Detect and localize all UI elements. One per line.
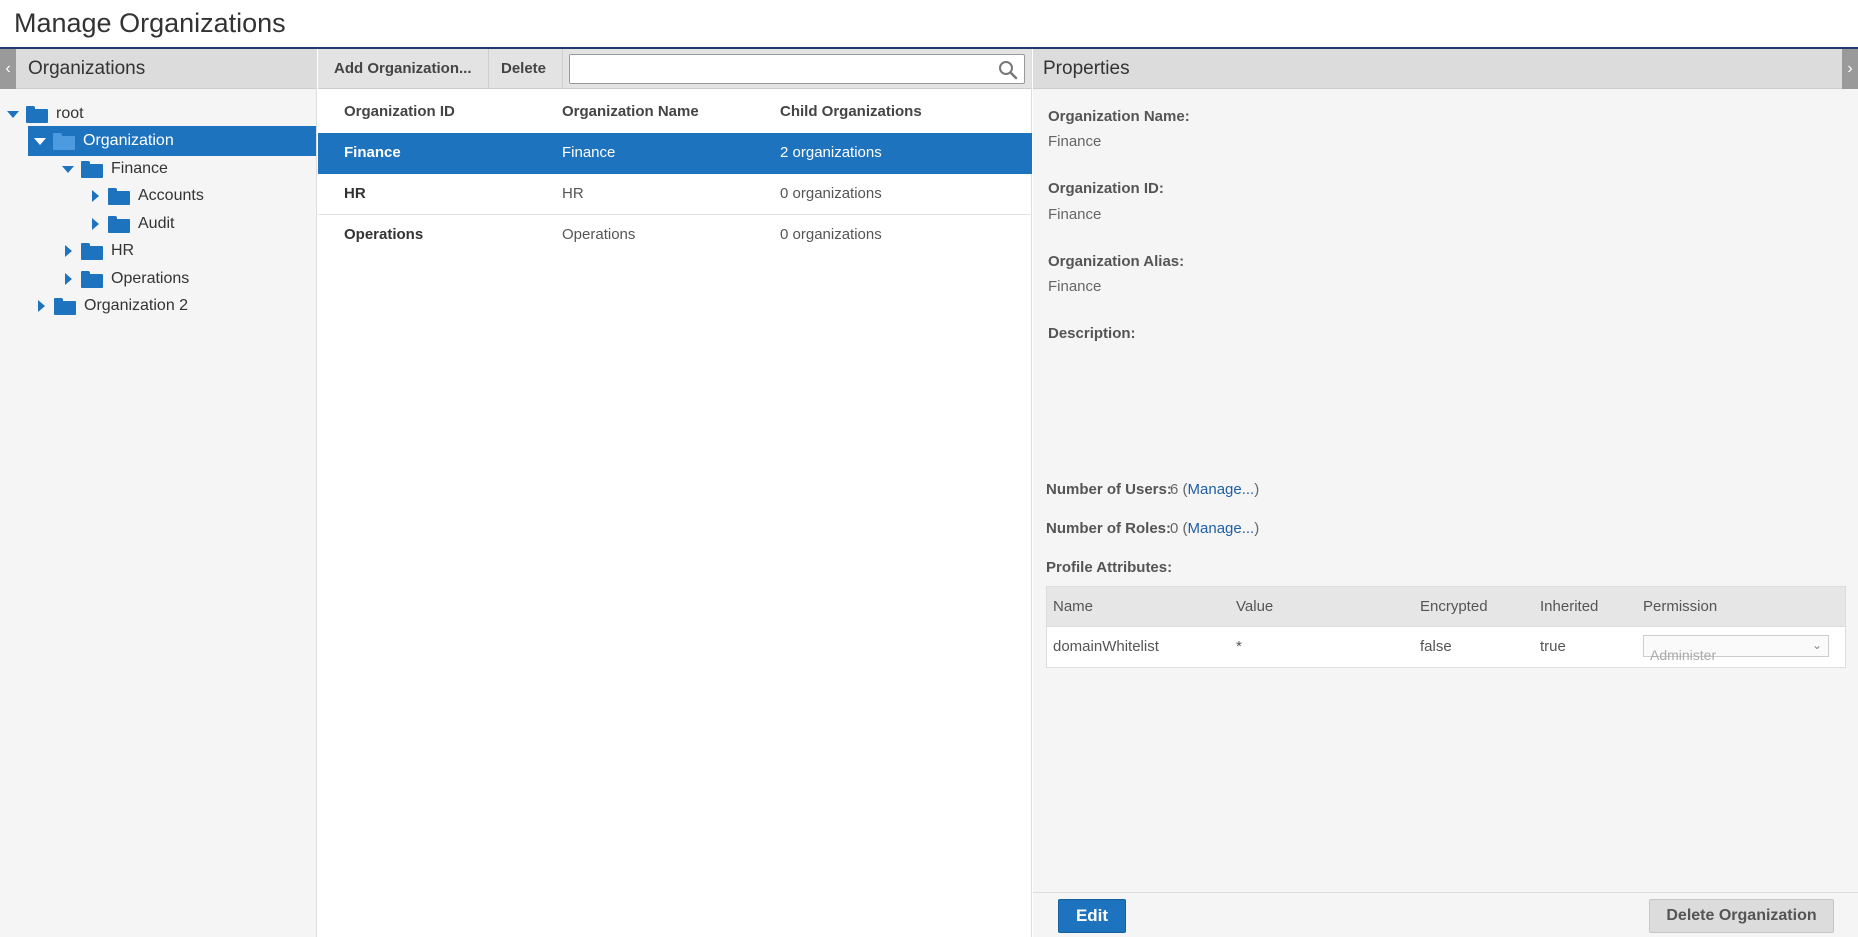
- column-header-child-organizations[interactable]: Child Organizations: [780, 103, 922, 120]
- triangle-right-icon[interactable]: [61, 244, 75, 258]
- tree-node-label: Organization 2: [84, 297, 189, 314]
- table-row[interactable]: Finance Finance 2 organizations: [318, 133, 1032, 174]
- manage-users-link[interactable]: Manage...: [1188, 481, 1255, 498]
- tree-node-label: Organization: [83, 132, 174, 149]
- attribute-name: domainWhitelist: [1053, 638, 1159, 655]
- triangle-right-icon[interactable]: [88, 217, 102, 231]
- tree-node-hr[interactable]: HR: [61, 236, 281, 266]
- tree-node-root[interactable]: root: [6, 99, 296, 129]
- cell-organization-name: HR: [562, 185, 584, 202]
- properties-footer: Edit Delete Organization: [1033, 892, 1858, 937]
- tree-node-organization-2[interactable]: Organization 2: [34, 291, 284, 321]
- cell-child-organizations: 0 organizations: [780, 185, 882, 202]
- column-header-permission: Permission: [1643, 598, 1718, 615]
- cell-organization-name: Finance: [562, 144, 616, 161]
- number-of-users-value: 6 (Manage...): [1170, 481, 1260, 498]
- chevron-right-icon[interactable]: ›: [1842, 49, 1858, 89]
- column-header-value: Value: [1236, 598, 1274, 615]
- users-count: 6: [1170, 481, 1179, 498]
- column-header-name: Name: [1053, 598, 1094, 615]
- attribute-row[interactable]: domainWhitelist * false true Administer …: [1047, 627, 1845, 667]
- triangle-right-icon[interactable]: [88, 189, 102, 203]
- table-row[interactable]: HR HR 0 organizations: [318, 174, 1032, 215]
- attribute-inherited: true: [1540, 638, 1566, 655]
- cell-child-organizations: 0 organizations: [780, 226, 882, 243]
- tree-node-label: Finance: [111, 160, 168, 177]
- edit-button[interactable]: Edit: [1058, 899, 1126, 933]
- roles-count: 0: [1170, 520, 1179, 537]
- column-header-inherited: Inherited: [1540, 598, 1599, 615]
- column-header-encrypted: Encrypted: [1420, 598, 1488, 615]
- organization-alias-value: Finance: [1048, 278, 1102, 295]
- permission-select[interactable]: Administer ⌄: [1643, 635, 1829, 663]
- number-of-roles-label: Number of Roles:: [1046, 520, 1172, 537]
- tree-node-label: Operations: [111, 270, 190, 287]
- column-header-organization-name[interactable]: Organization Name: [562, 103, 699, 120]
- add-organization-button[interactable]: Add Organization...: [318, 49, 489, 89]
- table-row[interactable]: Operations Operations 0 organizations: [318, 215, 1032, 256]
- tree-node-operations[interactable]: Operations: [61, 264, 281, 294]
- cell-organization-name: Operations: [562, 226, 636, 243]
- chevron-left-icon[interactable]: ‹: [0, 49, 16, 89]
- tree-node-finance[interactable]: Finance: [61, 154, 291, 184]
- attribute-value: *: [1236, 638, 1242, 655]
- folder-icon: [54, 297, 76, 315]
- attributes-table-header: Name Value Encrypted Inherited Permissio…: [1047, 587, 1845, 627]
- folder-icon: [81, 242, 103, 260]
- tree-node-label: Audit: [138, 215, 175, 232]
- number-of-roles-value: 0 (Manage...): [1170, 520, 1260, 537]
- tree-node-accounts[interactable]: Accounts: [88, 181, 288, 211]
- tree-node-label: root: [56, 105, 84, 122]
- organization-list-panel: Add Organization... Delete Organization …: [318, 49, 1032, 937]
- folder-icon: [53, 132, 75, 150]
- organization-id-value: Finance: [1048, 206, 1102, 223]
- organization-alias-label: Organization Alias:: [1048, 253, 1185, 270]
- profile-attributes-label: Profile Attributes:: [1046, 559, 1173, 576]
- profile-attributes-table: Name Value Encrypted Inherited Permissio…: [1046, 586, 1846, 668]
- triangle-right-icon[interactable]: [61, 272, 75, 286]
- tree-node-label: HR: [111, 242, 135, 259]
- triangle-down-icon[interactable]: [61, 162, 75, 176]
- cell-organization-id: HR: [344, 185, 366, 202]
- properties-panel-title: Properties: [1043, 58, 1130, 79]
- delete-organization-button[interactable]: Delete Organization: [1649, 899, 1834, 933]
- folder-icon: [81, 270, 103, 288]
- triangle-down-icon[interactable]: [6, 107, 20, 121]
- cell-organization-id: Operations: [344, 226, 424, 243]
- delete-button[interactable]: Delete: [485, 49, 564, 89]
- organization-name-label: Organization Name:: [1048, 108, 1190, 125]
- manage-roles-link[interactable]: Manage...: [1188, 520, 1255, 537]
- grid-header: Organization ID Organization Name Child …: [318, 89, 1032, 133]
- organizations-panel-title: Organizations: [28, 58, 146, 79]
- triangle-down-icon[interactable]: [33, 134, 47, 148]
- permission-select-value: Administer: [1650, 647, 1717, 663]
- toolbar: Add Organization... Delete: [318, 49, 1031, 89]
- organization-name-value: Finance: [1048, 133, 1102, 150]
- tree-node-audit[interactable]: Audit: [88, 209, 288, 239]
- search-input[interactable]: [570, 55, 990, 83]
- organizations-panel-header: ‹ Organizations: [0, 49, 316, 89]
- tree-node-organization[interactable]: Organization: [28, 126, 316, 156]
- organization-id-label: Organization ID:: [1048, 180, 1164, 197]
- triangle-right-icon[interactable]: [34, 299, 48, 313]
- organizations-panel: ‹ Organizations root Organization Financ…: [0, 49, 317, 937]
- search-icon[interactable]: [998, 60, 1018, 80]
- folder-icon: [26, 105, 48, 123]
- tree-node-label: Accounts: [138, 187, 204, 204]
- folder-icon: [81, 160, 103, 178]
- number-of-users-label: Number of Users:: [1046, 481, 1172, 498]
- cell-organization-id: Finance: [344, 144, 401, 161]
- folder-icon: [108, 187, 130, 205]
- folder-icon: [108, 215, 130, 233]
- column-header-organization-id[interactable]: Organization ID: [344, 103, 455, 120]
- description-label: Description:: [1048, 325, 1136, 342]
- properties-panel-header: Properties ›: [1033, 49, 1858, 89]
- title-bar: Manage Organizations: [0, 0, 1858, 49]
- cell-child-organizations: 2 organizations: [780, 144, 882, 161]
- page-title: Manage Organizations: [14, 8, 286, 38]
- properties-panel: Properties › Organization Name: Finance …: [1033, 49, 1858, 937]
- search-box: [569, 54, 1025, 84]
- attribute-encrypted: false: [1420, 638, 1452, 655]
- chevron-down-icon: ⌄: [1811, 638, 1822, 652]
